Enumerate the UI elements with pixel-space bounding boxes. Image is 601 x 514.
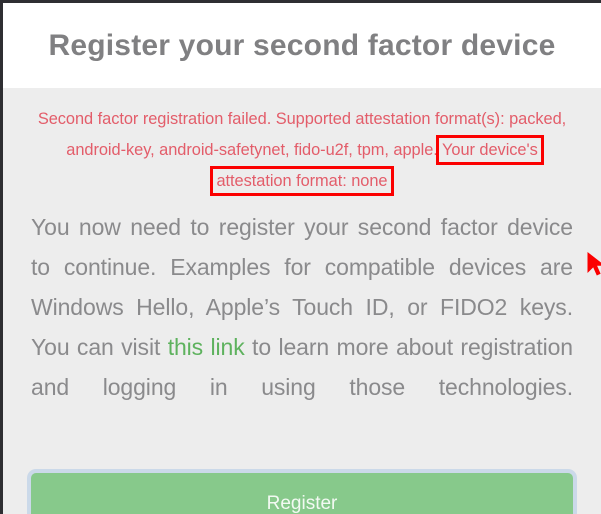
registration-card: Register your second factor device Secon… <box>3 3 601 514</box>
browser-viewport: Register your second factor device Secon… <box>0 0 601 514</box>
mouse-cursor-icon <box>587 252 601 276</box>
page-title: Register your second factor device <box>48 28 556 62</box>
learn-more-link[interactable]: this link <box>168 334 245 360</box>
intro-paragraph: You now need to register your second fac… <box>31 207 577 447</box>
register-button[interactable]: Register <box>31 473 573 514</box>
card-header: Register your second factor device <box>3 3 601 88</box>
error-alert: Second factor registration failed. Suppo… <box>27 104 577 197</box>
card-body: Second factor registration failed. Suppo… <box>3 88 601 514</box>
register-button-wrapper: Register <box>31 473 573 514</box>
